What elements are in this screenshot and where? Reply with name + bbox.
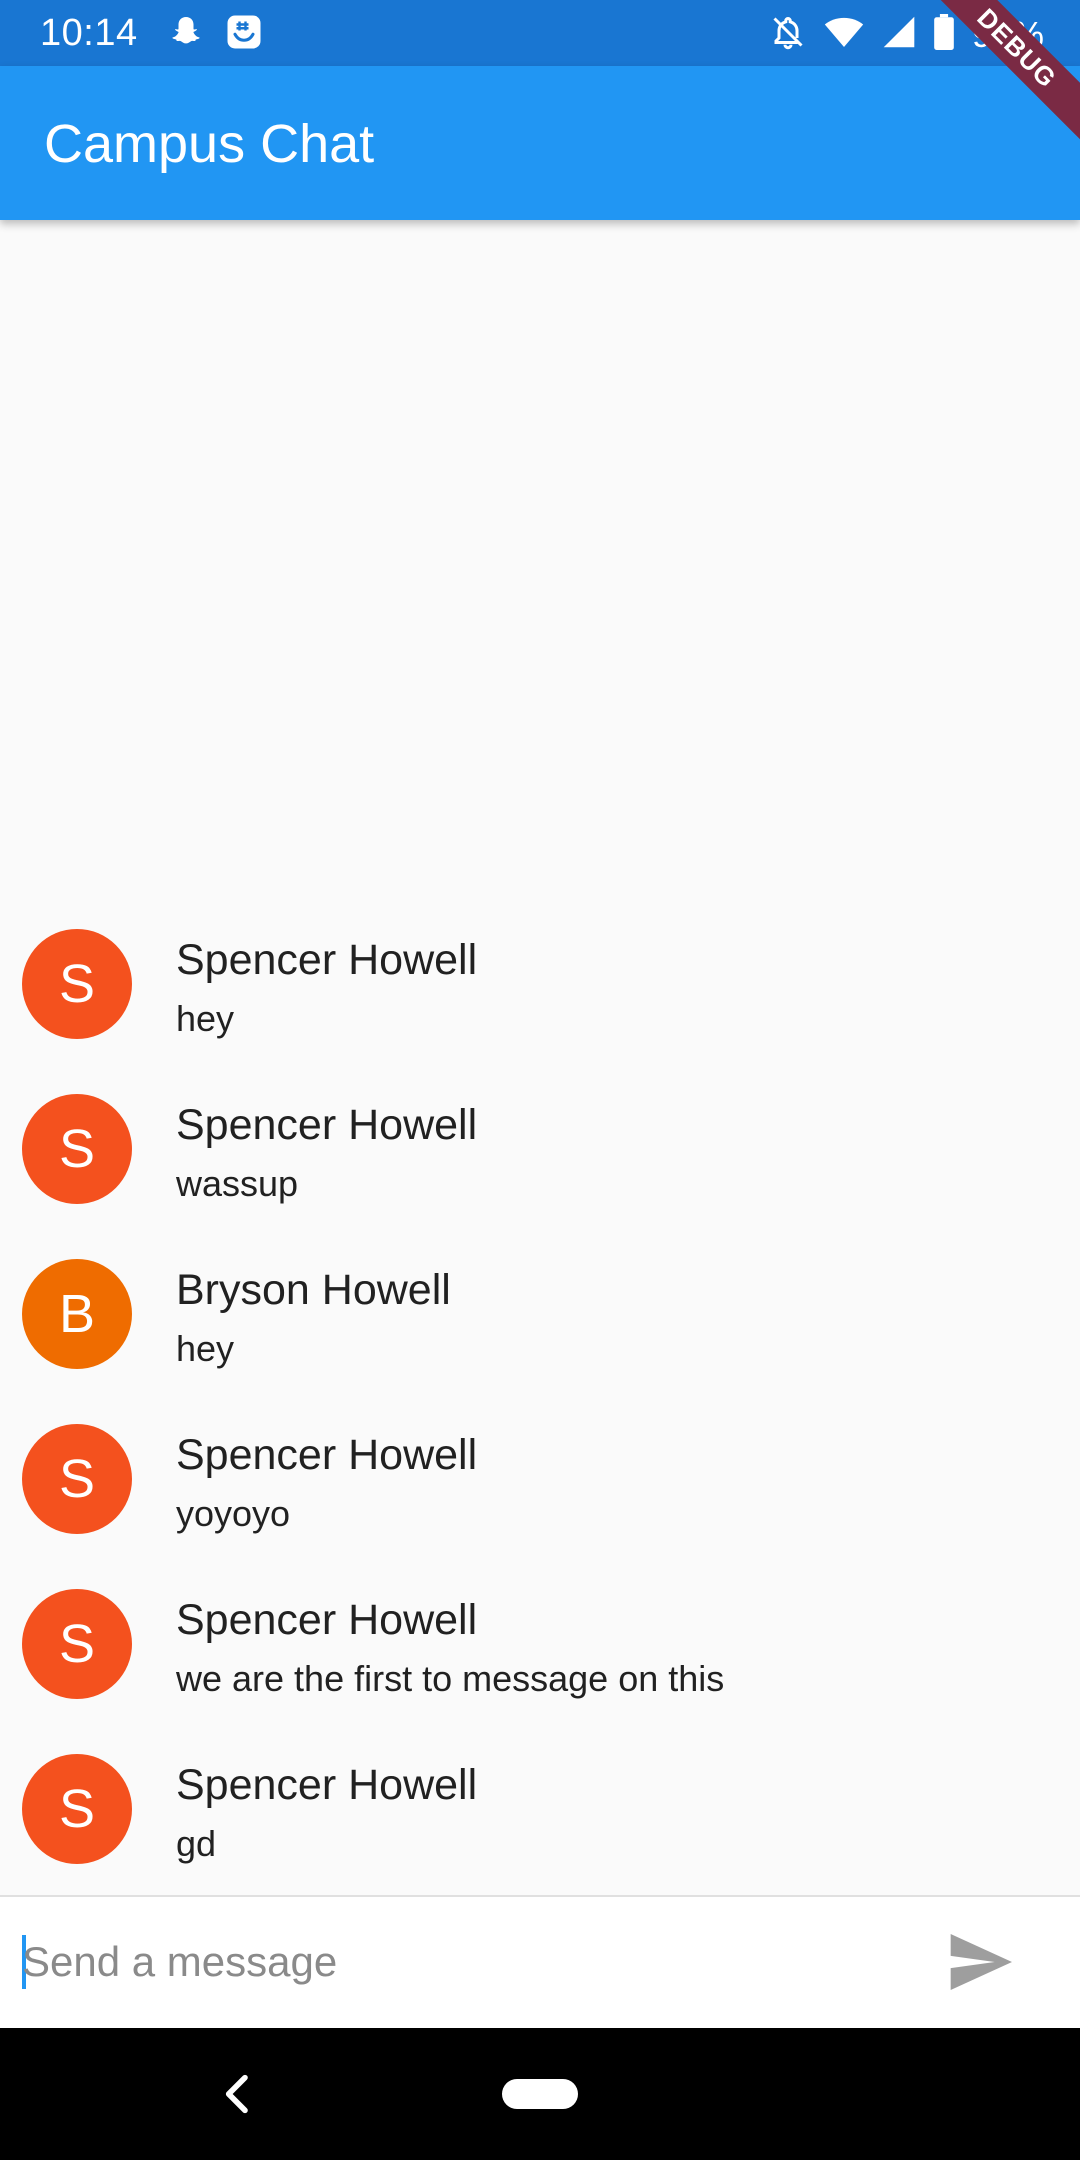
avatar: S [22,1094,132,1204]
sender-name: Spencer Howell [176,1761,478,1809]
app-bar: Campus Chat [0,66,1080,220]
avatar: S [22,1754,132,1864]
status-bar: 10:14 [0,0,1080,66]
sender-name: Spencer Howell [176,936,478,984]
message-input[interactable] [22,1929,902,1995]
snapchat-icon [168,14,204,55]
avatar: S [22,1424,132,1534]
battery-icon [934,14,954,55]
message-composer [0,1895,1080,2030]
page-title: Campus Chat [44,114,375,174]
send-button[interactable] [940,1923,1020,2003]
message-item[interactable]: S Spencer Howell we are the first to mes… [0,1565,1080,1730]
message-list[interactable]: S Spencer Howell hey S Spencer Howell wa… [0,220,1080,1895]
message-text: wassup [176,1163,299,1204]
status-left-icons [168,14,262,55]
message-text: gd [176,1823,217,1864]
message-text: hey [176,998,235,1039]
chat-screen: 10:14 DEBUG Campus Chat S Spencer Howell… [0,0,1080,2160]
message-item[interactable]: S Spencer Howell hey [0,905,1080,1070]
message-item[interactable]: S Spencer Howell yoyoyo [0,1400,1080,1565]
avatar: S [22,1589,132,1699]
home-pill-icon[interactable] [502,2079,578,2109]
wifi-icon [824,15,864,54]
message-text: hey [176,1328,235,1369]
cell-signal-icon [882,15,916,54]
sender-name: Spencer Howell [176,1596,478,1644]
groupme-icon [226,14,262,55]
avatar: S [22,929,132,1039]
message-text: we are the first to message on this [176,1658,725,1699]
message-item[interactable]: S Spencer Howell wassup [0,1070,1080,1235]
send-icon [948,1933,1012,1993]
back-icon[interactable] [210,2066,266,2122]
avatar: B [22,1259,132,1369]
message-item[interactable]: B Bryson Howell hey [0,1235,1080,1400]
status-time: 10:14 [40,12,138,54]
message-text: yoyoyo [176,1493,291,1534]
sender-name: Spencer Howell [176,1101,478,1149]
sender-name: Spencer Howell [176,1431,478,1479]
sender-name: Bryson Howell [176,1266,451,1314]
system-nav-bar [0,2028,1080,2160]
notifications-off-icon [770,14,806,55]
message-item[interactable]: S Spencer Howell gd [0,1730,1080,1895]
